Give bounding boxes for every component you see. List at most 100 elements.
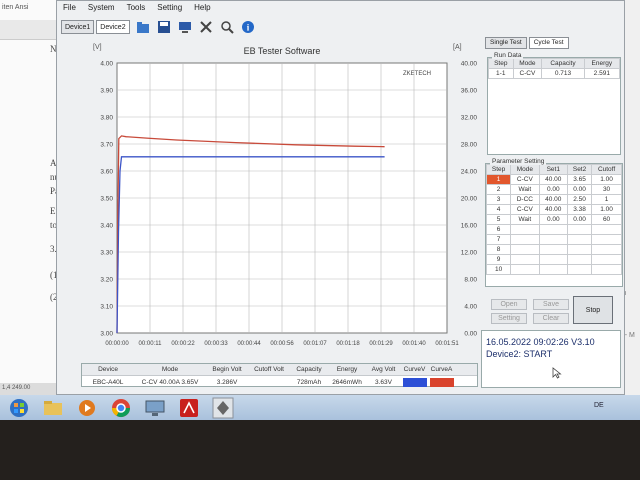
parameter-row[interactable]: 4 C-CV 40.00 3.38 1.00 <box>485 204 622 215</box>
background-doc-statusbar: 1,4 249.00 <box>0 383 60 395</box>
table-cell: 7 <box>485 234 512 245</box>
y-right-unit: [A] <box>453 44 462 51</box>
parameter-table: Step Mode Set1 Set2 Cutoff 1 C-CV 40.00 3.65 1.00… <box>485 164 622 275</box>
tab-device1[interactable]: Device1 <box>61 20 95 34</box>
menu-help[interactable]: Help <box>194 3 210 17</box>
table-cell <box>566 264 593 275</box>
status-datetime: 16.05.2022 09:02:26 V3.10 <box>486 337 595 347</box>
tray-language[interactable]: DE <box>594 402 604 409</box>
monitor-icon[interactable] <box>177 19 193 35</box>
table-cell <box>538 254 568 265</box>
table-cell <box>510 234 540 245</box>
chrome-icon[interactable] <box>106 397 136 419</box>
table-cell <box>510 244 540 255</box>
background-document-window: iten Ansi NuAfnuPaEffto3.(1)(2) 1,4 249.… <box>0 0 61 395</box>
device-summary-table: Device Mode Begin Volt Cutoff Volt Capac… <box>81 363 478 387</box>
monitor-bezel <box>0 420 640 480</box>
parameter-setting-group: Parameter Setting Step Mode Set1 Set2 Cutoff… <box>485 158 623 287</box>
start-orb-icon[interactable] <box>4 397 34 419</box>
cell-capacity: 728mAh <box>296 378 322 386</box>
menu-tools[interactable]: Tools <box>127 3 146 17</box>
y-right-tick-label: 24.00 <box>461 169 478 176</box>
y-left-tick-label: 3.80 <box>100 115 113 122</box>
table-header: Step <box>485 164 512 175</box>
curve-v-swatch[interactable] <box>401 377 428 387</box>
table-cell: 1 <box>485 174 512 185</box>
y-right-tick-label: 36.00 <box>461 88 478 95</box>
y-left-unit: [V] <box>93 44 102 51</box>
y-right-tick-label: 4.00 <box>464 304 477 311</box>
table-header: Set1 <box>538 164 568 175</box>
media-player-icon[interactable] <box>72 397 102 419</box>
background-doc-toolbar <box>0 20 60 40</box>
mouse-cursor-icon <box>552 367 562 379</box>
status-display: 16.05.2022 09:02:26 V3.10 Device2: START <box>481 330 621 388</box>
menu-file[interactable]: File <box>63 3 76 17</box>
eb-tester-icon[interactable] <box>208 397 238 419</box>
table-cell <box>538 244 568 255</box>
acrobat-icon[interactable] <box>174 397 204 419</box>
x-tick-label: 00:01:18 <box>336 341 360 347</box>
table-cell: 0.713 <box>541 68 585 79</box>
table-cell <box>510 224 540 235</box>
run-data-label: Run Data <box>492 52 524 59</box>
stop-button[interactable]: Stop <box>573 296 613 324</box>
parameter-row[interactable]: 2 Wait 0.00 0.00 30 <box>485 184 622 195</box>
menu-system[interactable]: System <box>88 3 115 17</box>
y-left-tick-label: 3.20 <box>100 277 113 284</box>
curve-a-swatch[interactable] <box>428 377 455 387</box>
parameter-row[interactable]: 3 D-CC 40.00 2.50 1 <box>485 194 622 205</box>
table-cell: 1 <box>591 194 622 205</box>
tab-single-test[interactable]: Single Test <box>485 37 527 49</box>
save-icon[interactable] <box>156 19 172 35</box>
y-left-tick-label: 3.60 <box>100 169 113 176</box>
table-cell: 2.591 <box>583 68 621 79</box>
tab-cycle-test[interactable]: Cycle Test <box>528 37 569 49</box>
col-cutoff-volt: Cutoff Volt <box>254 366 284 373</box>
save-button[interactable]: Save <box>533 299 569 310</box>
parameter-row[interactable]: 5 Wait 0.00 0.00 60 <box>485 214 622 225</box>
explorer-icon[interactable] <box>38 397 68 419</box>
table-cell: 0.00 <box>538 214 568 225</box>
table-header: Capacity <box>541 58 585 69</box>
y-left-tick-label: 3.50 <box>100 196 113 203</box>
parameter-row[interactable]: 10 <box>485 264 622 275</box>
y-left-tick-label: 3.70 <box>100 142 113 149</box>
clear-button[interactable]: Clear <box>533 313 569 324</box>
background-doc-menu: iten Ansi <box>2 4 29 11</box>
table-cell: 8 <box>485 244 512 255</box>
x-tick-label: 00:00:33 <box>204 341 228 347</box>
cell-mode: C-CV 40.00A 3.65V <box>141 378 199 386</box>
chart: EB Tester Software ZKETECH [V] [A] 4.00 40.00… <box>93 44 478 347</box>
table-cell <box>566 244 593 255</box>
table-header: Cutoff <box>591 164 622 175</box>
col-curve-a: CurveA <box>430 366 453 373</box>
menu-setting[interactable]: Setting <box>157 3 182 17</box>
parameter-row[interactable]: 1 C-CV 40.00 3.65 1.00 <box>485 174 622 185</box>
network-icon[interactable] <box>140 397 170 419</box>
tab-device2[interactable]: Device2 <box>96 20 130 34</box>
table-cell: 3 <box>485 194 512 205</box>
open-icon[interactable] <box>135 19 151 35</box>
taskbar: DE <box>0 395 640 420</box>
info-icon[interactable]: i <box>240 19 256 35</box>
x-tick-label: 00:01:40 <box>402 341 426 347</box>
run-data-row[interactable]: 1-1 C-CV 0.713 2.591 <box>488 68 621 79</box>
search-icon[interactable] <box>219 19 235 35</box>
parameter-setting-label: Parameter Setting <box>490 158 547 165</box>
tools-icon[interactable] <box>198 19 214 35</box>
menu-bar: File System Tools Setting Help <box>57 3 624 17</box>
table-cell: C-CV <box>512 68 543 79</box>
toolbar: Device1 Device2 i <box>57 17 624 37</box>
parameter-row[interactable]: 8 <box>485 244 622 255</box>
table-cell: 40.00 <box>538 194 568 205</box>
col-capacity: Capacity <box>296 366 322 373</box>
open-button[interactable]: Open <box>491 299 527 310</box>
run-data-table: Step Mode Capacity Energy 1-1 C-CV 0.713 2.591 <box>488 58 621 79</box>
parameter-row[interactable]: 7 <box>485 234 622 245</box>
parameter-row[interactable]: 9 <box>485 254 622 265</box>
parameter-row[interactable]: 6 <box>485 224 622 235</box>
device-summary-row[interactable]: EBC-A40L C-CV 40.00A 3.65V 3.286V 728mAh… <box>82 376 477 388</box>
setting-button[interactable]: Setting <box>491 313 527 324</box>
table-cell: 0.00 <box>566 184 593 195</box>
